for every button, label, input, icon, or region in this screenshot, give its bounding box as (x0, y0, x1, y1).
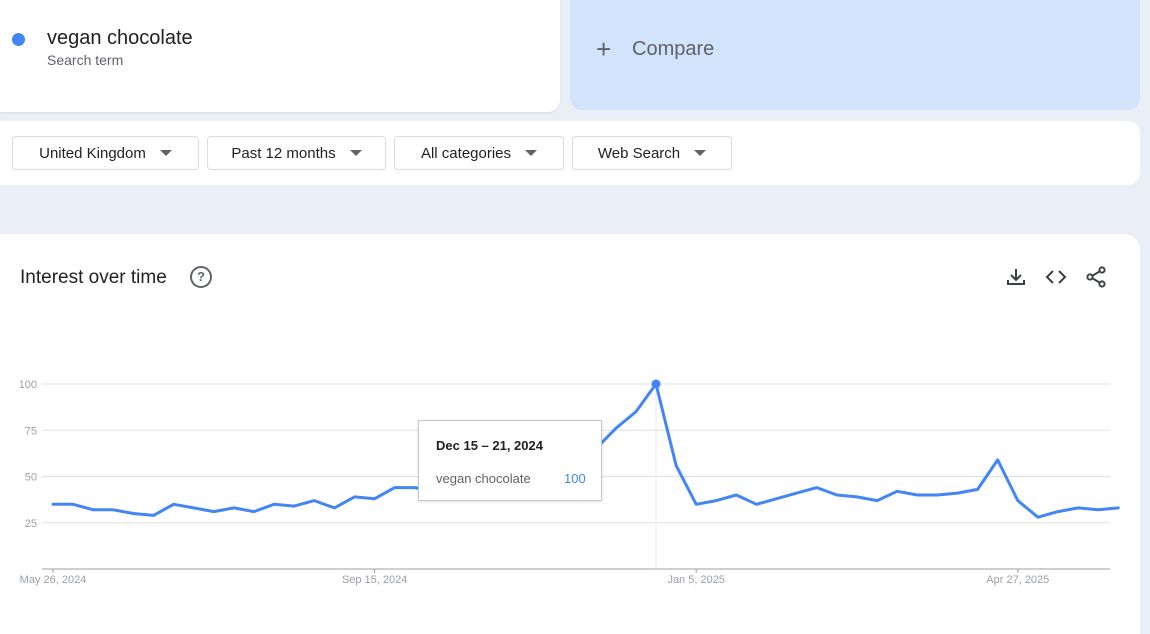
tooltip-date: Dec 15 – 21, 2024 (436, 438, 543, 453)
y-tick-label: 75 (25, 425, 37, 437)
y-tick-label: 100 (19, 379, 37, 391)
x-tick-label: Jan 5, 2025 (667, 574, 725, 586)
y-tick-label: 50 (25, 472, 37, 484)
y-tick-label: 25 (25, 518, 37, 530)
chart-tooltip: Dec 15 – 21, 2024 vegan chocolate 100 (418, 420, 602, 501)
x-tick-label: Sep 15, 2024 (342, 574, 407, 586)
highlighted-data-point[interactable] (651, 379, 661, 389)
x-tick-label: Apr 27, 2025 (986, 574, 1049, 586)
tooltip-value: 100 (564, 471, 586, 486)
interest-chart: 25 50 75 100 May 26, 2024 Sep 15, 2024 Jan 5, … (19, 379, 1120, 586)
x-tick-label: May 26, 2024 (20, 574, 87, 586)
tooltip-series-name: vegan chocolate (436, 471, 531, 486)
